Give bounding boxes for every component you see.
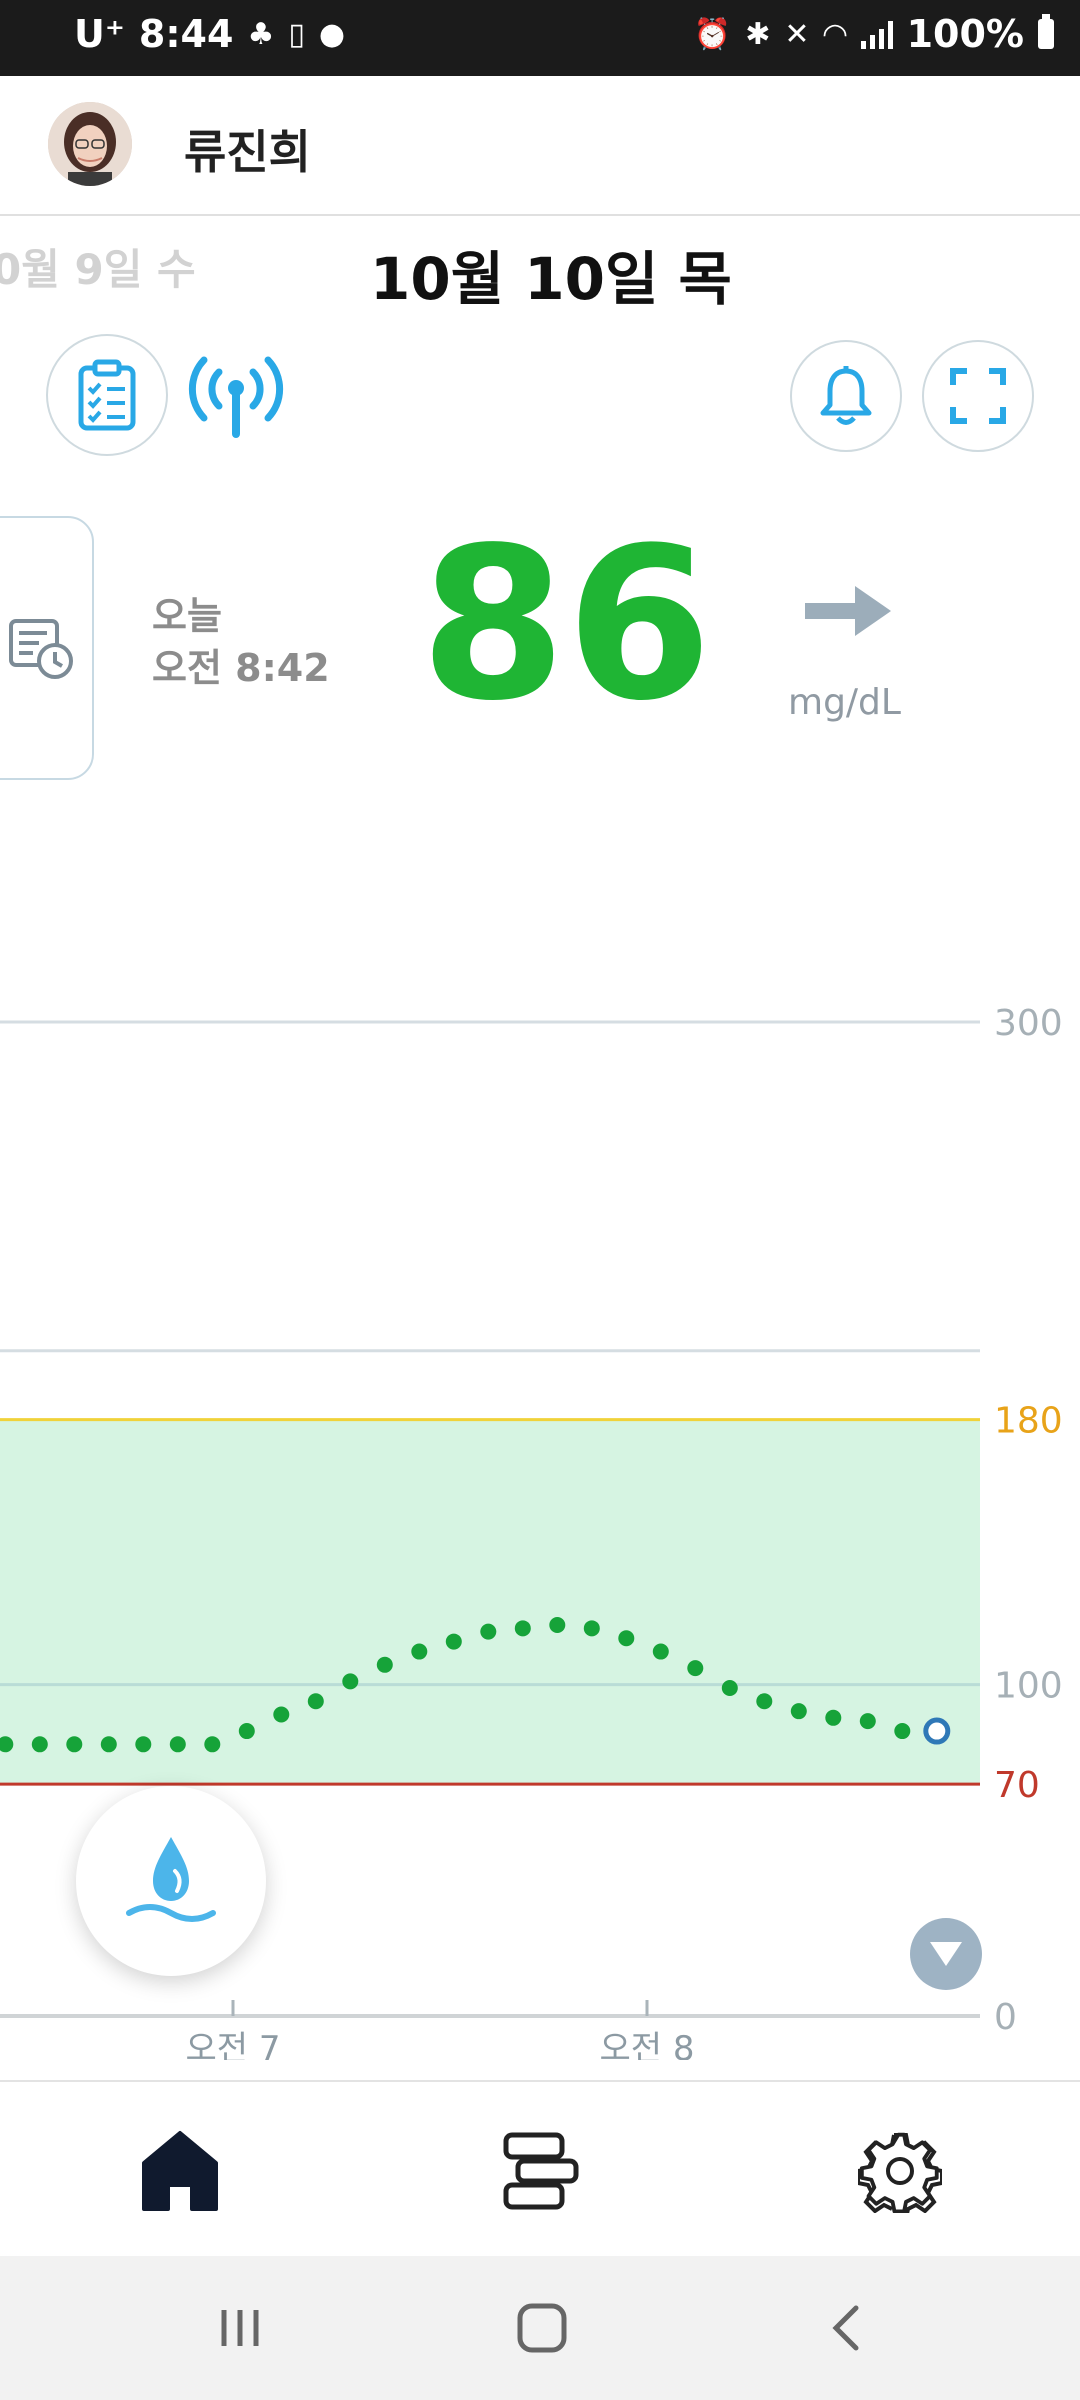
target-range-band (0, 1419, 980, 1785)
glucose-point[interactable] (307, 1693, 324, 1710)
fullscreen-button[interactable] (922, 340, 1034, 452)
back-chevron-icon (832, 2305, 859, 2351)
y-tick-label: 70 (994, 1765, 1040, 1806)
glucose-point[interactable] (514, 1620, 531, 1637)
glucose-point[interactable] (687, 1660, 704, 1677)
previous-date[interactable]: 0월 9일 수 (0, 236, 196, 297)
avatar[interactable] (48, 102, 132, 186)
glucose-point[interactable] (342, 1673, 359, 1690)
glucose-point[interactable] (411, 1643, 428, 1660)
status-time: 8:44 (138, 12, 234, 56)
y-tick-label: 100 (994, 1666, 1063, 1707)
glucose-point[interactable] (204, 1736, 221, 1753)
back-button[interactable] (806, 2292, 886, 2364)
recent-apps-button[interactable] (200, 2292, 280, 2364)
chevron-down-icon (930, 1942, 962, 1966)
glucose-point[interactable] (894, 1723, 911, 1740)
recent-apps-icon (221, 2310, 259, 2346)
wifi-icon: ◠ (823, 16, 847, 52)
report-clock-icon (9, 619, 73, 679)
glucose-point[interactable] (135, 1736, 152, 1753)
x-tick-label: 오전 8 (600, 2029, 695, 2060)
list-layout-icon (503, 2132, 579, 2210)
glucose-point[interactable] (721, 1679, 738, 1696)
glucose-point[interactable] (618, 1630, 635, 1647)
water-drop-icon (126, 1837, 216, 1922)
system-navigation (0, 2256, 1080, 2400)
device-icon: ▯ (288, 16, 305, 52)
alarm-icon: ⏰ (693, 16, 732, 52)
app-header: 류진희 (0, 76, 1080, 216)
battery-icon (1038, 14, 1054, 49)
nav-list[interactable] (490, 2126, 590, 2216)
clipboard-checklist-icon (78, 359, 136, 431)
fullscreen-icon (950, 368, 1006, 424)
status-bar: U⁺ 8:44 ♣ ▯ ● ⏰ ✱ ✕ ◠ 100% (0, 0, 1080, 76)
bottom-navigation (0, 2080, 1080, 2256)
y-tick-label: 180 (994, 1401, 1063, 1442)
current-reading-point[interactable] (923, 1717, 951, 1745)
alarm-button[interactable] (790, 340, 902, 452)
bell-icon (820, 366, 872, 425)
glucose-point[interactable] (549, 1617, 566, 1634)
scroll-down-button[interactable] (910, 1918, 982, 1990)
glucose-unit: mg/dL (788, 682, 901, 723)
glucose-point[interactable] (445, 1633, 462, 1650)
glucose-point[interactable] (652, 1643, 669, 1660)
bluetooth-icon: ✱ (745, 16, 771, 52)
glucose-point[interactable] (756, 1693, 773, 1710)
add-entry-button[interactable] (76, 1786, 266, 1976)
home-square-icon (517, 2303, 567, 2353)
glucose-point[interactable] (100, 1736, 117, 1753)
glucose-point[interactable] (480, 1623, 497, 1640)
battery-percent: 100% (906, 12, 1024, 56)
glucose-point[interactable] (583, 1620, 600, 1637)
current-date: 10월 10일 목 (370, 245, 732, 313)
trend-arrow-icon (805, 586, 891, 636)
status-left: U⁺ 8:44 ♣ ▯ ● (74, 12, 345, 56)
gear-icon (858, 2132, 942, 2213)
system-home-button[interactable] (502, 2292, 582, 2364)
notification-icon: ♣ (247, 16, 275, 52)
nav-settings[interactable] (850, 2126, 950, 2216)
history-tab[interactable] (0, 516, 94, 780)
reading-clock: 오전 8:42 (152, 646, 330, 690)
glucose-point[interactable] (238, 1723, 255, 1740)
mute-icon: ✕ (784, 16, 810, 52)
glucose-point[interactable] (376, 1656, 393, 1673)
y-tick-label: 0 (994, 1997, 1017, 2038)
glucose-point[interactable] (825, 1709, 842, 1726)
home-icon (142, 2131, 218, 2211)
user-name[interactable]: 류진희 (184, 116, 311, 182)
status-right: ⏰ ✱ ✕ ◠ 100% (694, 12, 1054, 56)
glucose-point[interactable] (790, 1703, 807, 1720)
glucose-point[interactable] (273, 1706, 290, 1723)
glucose-value: 86 (420, 502, 713, 747)
x-tick-label: 오전 7 (186, 2029, 281, 2060)
cell-signal-icon (860, 19, 893, 49)
glucose-point[interactable] (859, 1713, 876, 1730)
chat-icon: ● (318, 16, 346, 52)
glucose-point[interactable] (66, 1736, 83, 1753)
reading-day: 오늘 (152, 594, 222, 638)
reading-time: 오늘 오전 8:42 (152, 590, 330, 694)
glucose-point[interactable] (31, 1736, 48, 1753)
y-tick-label: 300 (994, 1003, 1063, 1044)
glucose-point[interactable] (169, 1736, 186, 1753)
checklist-button[interactable] (46, 334, 168, 456)
carrier-label: U⁺ (74, 12, 125, 56)
broadcast-signal-icon[interactable] (186, 350, 286, 440)
nav-home[interactable] (130, 2126, 230, 2216)
